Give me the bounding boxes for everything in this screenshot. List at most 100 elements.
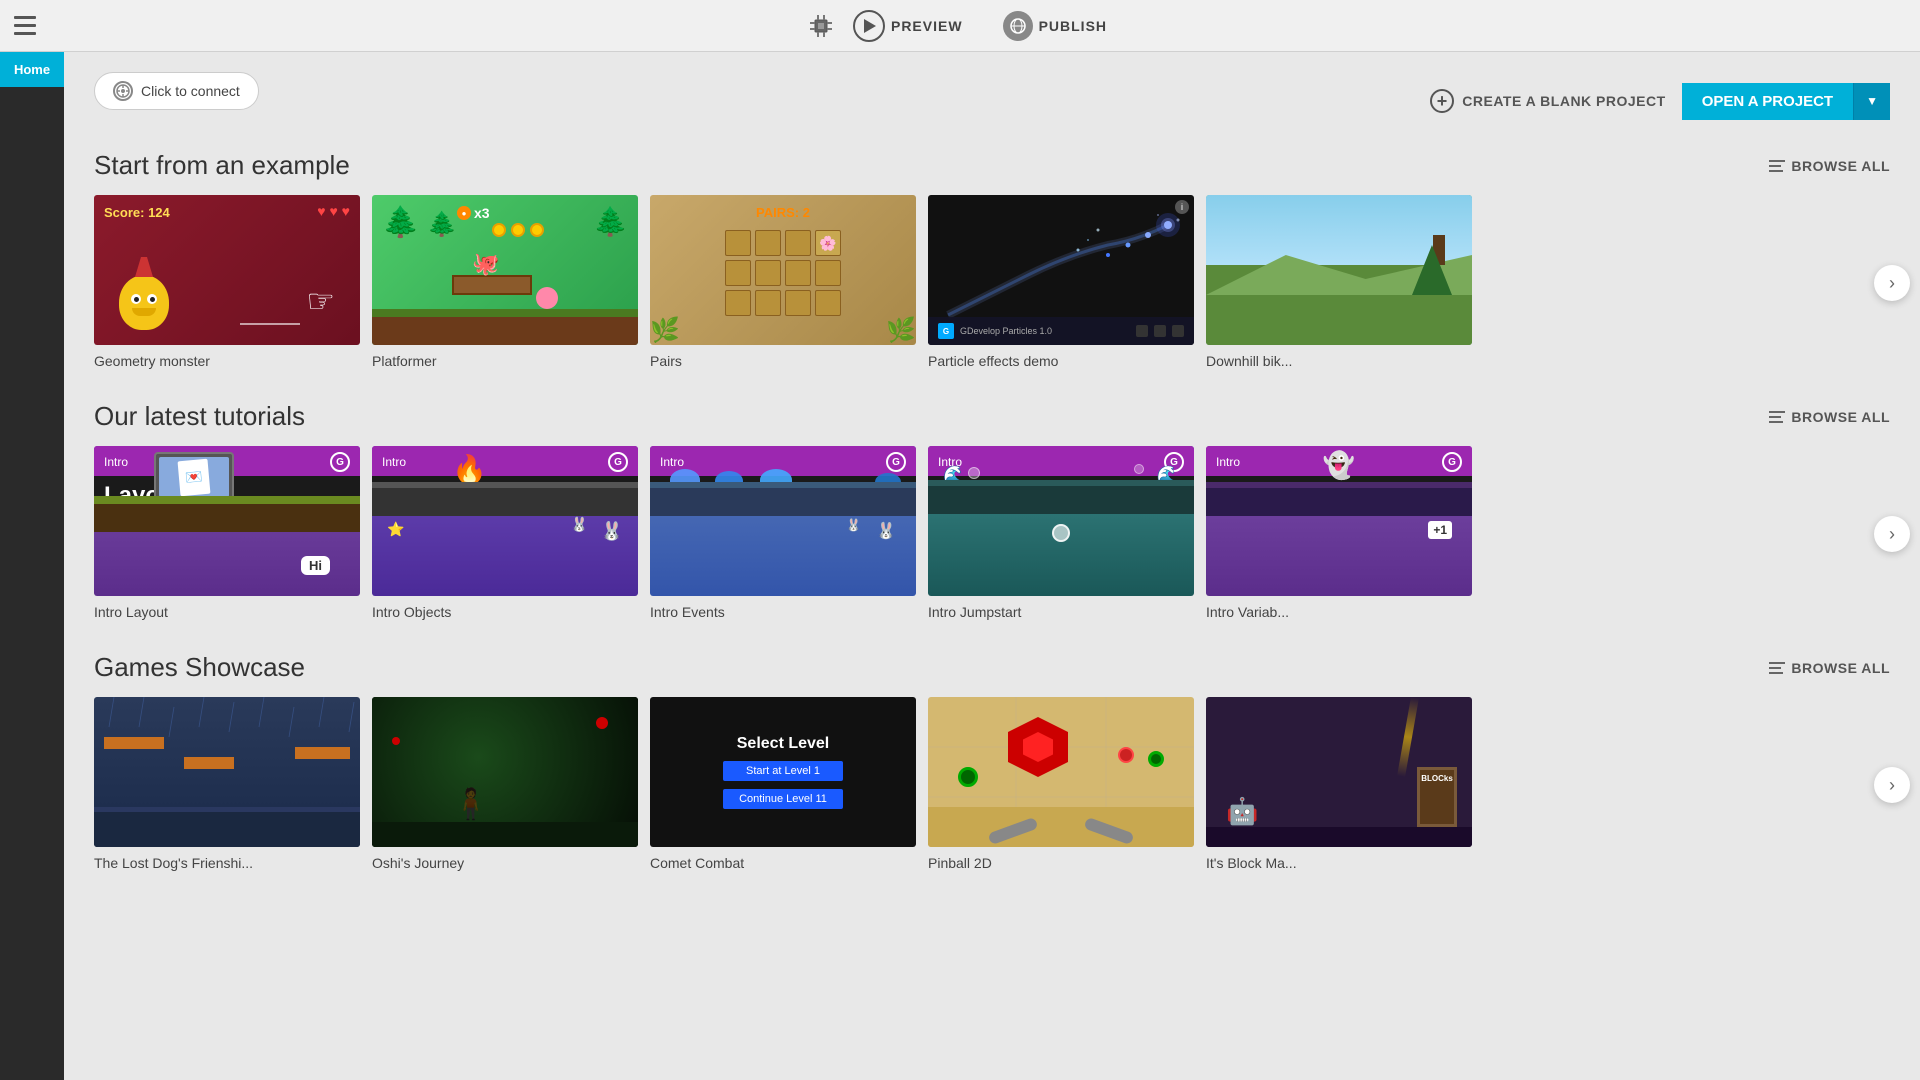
card-thumb-comet: Select Level Start at Level 1 Continue L…: [650, 697, 916, 847]
pairs-grid: 🌸: [725, 230, 841, 316]
card-thumb-objects: Intro G Objects 🐰 🐰 🔥 ⭐: [372, 446, 638, 596]
card-thumb-events: Intro G Events 🐰 🐰: [650, 446, 916, 596]
gdevelop-logo-objects: G: [608, 452, 628, 472]
card-lost-dog[interactable]: The Lost Dog's Frienshi...: [94, 697, 360, 873]
play-triangle-icon: [864, 19, 876, 33]
plat-tree3: 🌲: [593, 205, 628, 238]
card-label-platformer: Platformer: [372, 353, 437, 369]
card-label-particles: Particle effects demo: [928, 353, 1058, 369]
card-label-layout: Intro Layout: [94, 604, 168, 620]
card-comet[interactable]: Select Level Start at Level 1 Continue L…: [650, 697, 916, 873]
card-thumb-oshi: 🧍: [372, 697, 638, 847]
sidebar-item-home[interactable]: Home: [0, 52, 64, 87]
card-label-blocks: It's Block Ma...: [1206, 855, 1297, 871]
showcase-cards-container: The Lost Dog's Frienshi... 🧍: [94, 697, 1890, 873]
pairs-plant-left: 🌿: [650, 316, 680, 345]
plat-ground-top: [372, 309, 638, 317]
evt-bunny2: 🐰: [846, 518, 861, 532]
preview-button[interactable]: PREVIEW: [845, 6, 971, 46]
card-intro-jumpstart[interactable]: Intro G Jumpstart: [928, 446, 1194, 622]
showcase-browse-all-button[interactable]: BROWSE ALL: [1769, 660, 1890, 676]
create-blank-button[interactable]: + CREATE A BLANK PROJECT: [1430, 89, 1665, 113]
layout-laptop: 💌: [154, 452, 234, 502]
gdevelop-logo-events: G: [886, 452, 906, 472]
examples-section: Start from an example BROWSE ALL Score: …: [94, 150, 1890, 371]
tutorials-browse-all-button[interactable]: BROWSE ALL: [1769, 409, 1890, 425]
examples-browse-all-button[interactable]: BROWSE ALL: [1769, 158, 1890, 174]
comet-btn2[interactable]: Continue Level 11: [723, 789, 843, 809]
events-intro-label: Intro: [660, 455, 684, 469]
geom-cursor: ☞: [306, 282, 335, 320]
menu-icon[interactable]: [10, 10, 42, 42]
plat-blob: [536, 287, 558, 309]
card-intro-objects[interactable]: Intro G Objects 🐰 🐰 🔥 ⭐: [372, 446, 638, 622]
connect-label: Click to connect: [141, 83, 240, 99]
preview-label: PREVIEW: [891, 18, 963, 34]
card-pairs[interactable]: PAIRS: 2 🌸: [650, 195, 916, 371]
card-intro-variables[interactable]: Intro G Variab... +1 👻: [1206, 446, 1472, 622]
play-circle-icon: [853, 10, 885, 42]
objects-header: Intro G: [372, 446, 638, 476]
card-intro-events[interactable]: Intro G Events 🐰 🐰: [650, 446, 916, 622]
tutorials-cards-row: Intro G Layout 💌: [94, 446, 1890, 622]
showcase-header: Games Showcase BROWSE ALL: [94, 652, 1890, 683]
card-geometry-monster[interactable]: Score: 124 ♥ ♥ ♥: [94, 195, 360, 371]
pairs-score-label: PAIRS: 2: [756, 205, 810, 220]
card-downhill[interactable]: Downhill bik...: [1206, 195, 1472, 371]
examples-header: Start from an example BROWSE ALL: [94, 150, 1890, 181]
dog-ground: [94, 812, 360, 847]
card-particles[interactable]: G GDevelop Particles 1.0 i Pa: [928, 195, 1194, 371]
jumpstart-ground: [928, 486, 1194, 514]
publish-button[interactable]: PUBLISH: [995, 7, 1115, 45]
card-thumb-blocks: BLOCks 🤖: [1206, 697, 1472, 847]
jumpstart-ground2: [928, 480, 1194, 486]
card-thumb-downhill: [1206, 195, 1472, 345]
card-label-variables: Intro Variab...: [1206, 604, 1289, 620]
list-icon: [1769, 160, 1785, 172]
comet-btn1[interactable]: Start at Level 1: [723, 761, 843, 781]
plat-badge: ● x3: [457, 205, 490, 221]
plat-ground: [372, 317, 638, 345]
publish-circle-icon: [1003, 11, 1033, 41]
card-blocks[interactable]: BLOCks 🤖 It's Block Ma...: [1206, 697, 1472, 873]
card-label-comet: Comet Combat: [650, 855, 744, 871]
evt-bunny1: 🐰: [876, 521, 896, 541]
examples-next-arrow[interactable]: ›: [1874, 265, 1910, 301]
objects-ground2: [372, 482, 638, 488]
pinball-bumper2: [1148, 751, 1164, 767]
card-label-geometry: Geometry monster: [94, 353, 210, 369]
plat-block: [452, 275, 532, 295]
showcase-next-arrow[interactable]: ›: [1874, 767, 1910, 803]
card-thumb-dog: [94, 697, 360, 847]
card-pinball[interactable]: Pinball 2D: [928, 697, 1194, 873]
tutorials-next-arrow[interactable]: ›: [1874, 516, 1910, 552]
card-label-downhill: Downhill bik...: [1206, 353, 1292, 369]
events-ground: [650, 488, 916, 516]
card-label-events: Intro Events: [650, 604, 725, 620]
card-platformer[interactable]: 🌲 🌲 🌲 ● x3: [372, 195, 638, 371]
tutorials-cards-container: Intro G Layout 💌: [94, 446, 1890, 622]
card-label-pairs: Pairs: [650, 353, 682, 369]
card-oshi[interactable]: 🧍 Oshi's Journey: [372, 697, 638, 873]
card-thumb-platformer: 🌲 🌲 🌲 ● x3: [372, 195, 638, 345]
sidebar: Home: [0, 52, 64, 1080]
showcase-title: Games Showcase: [94, 652, 305, 683]
particles-info: i: [1175, 200, 1189, 214]
card-thumb-particles: G GDevelop Particles 1.0 i: [928, 195, 1194, 345]
examples-browse-label: BROWSE ALL: [1791, 158, 1890, 174]
tutorials-section: Our latest tutorials BROWSE ALL Intro G: [94, 401, 1890, 622]
connect-button[interactable]: Click to connect: [94, 72, 259, 110]
create-blank-label: CREATE A BLANK PROJECT: [1462, 93, 1665, 109]
pinball-bumper1: [958, 767, 978, 787]
oshi-ground: [372, 822, 638, 847]
comet-screen: Select Level Start at Level 1 Continue L…: [650, 697, 916, 847]
plus-circle-icon: +: [1430, 89, 1454, 113]
open-project-dropdown-button[interactable]: ▼: [1853, 83, 1890, 120]
card-intro-layout[interactable]: Intro G Layout 💌: [94, 446, 360, 622]
card-label-oshi: Oshi's Journey: [372, 855, 464, 871]
layout-ground: [94, 504, 360, 532]
open-project-button[interactable]: OPEN A PROJECT: [1682, 83, 1853, 120]
obj-bunny2: 🐰: [571, 516, 588, 533]
showcase-cards-row: The Lost Dog's Frienshi... 🧍: [94, 697, 1890, 873]
tutorials-header: Our latest tutorials BROWSE ALL: [94, 401, 1890, 432]
